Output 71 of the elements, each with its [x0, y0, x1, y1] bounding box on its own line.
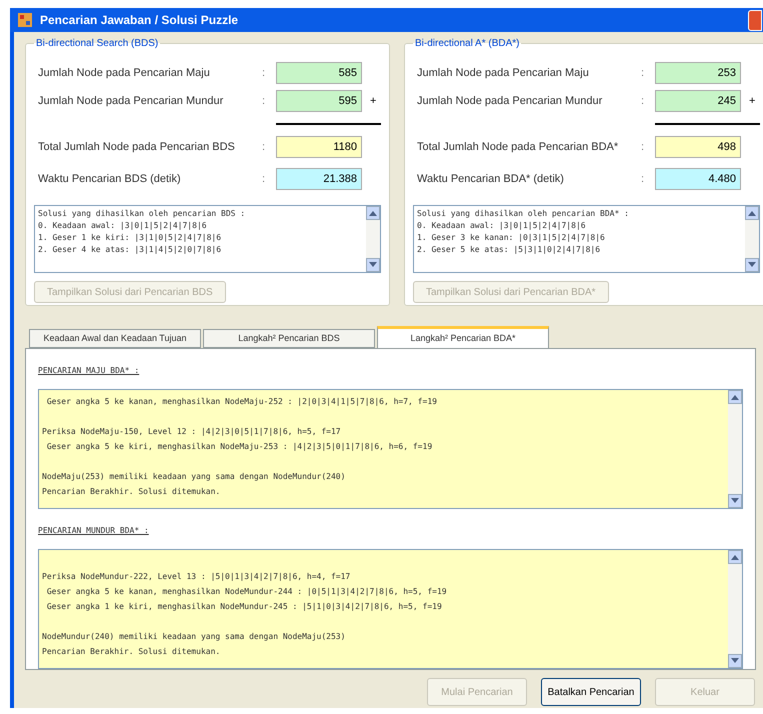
solution-box[interactable]: Solusi yang dihasilkan oleh pencarian BDA* : 0. Keadaan awal: |3|0|1|5|2|4|7|8|6 1. Geser 3 ke kanan: |0|3|1|5|2|4|7|8|6 2. Geser 5 ke atas: |5|3|1|0|2|4|7|8|6: [413, 205, 760, 273]
solution-line: 0. Keadaan awal: |3|0|1|5|2|4|7|8|6: [38, 220, 208, 232]
value-field: 498: [655, 136, 741, 158]
value-field: 585: [276, 62, 362, 84]
scrollbar[interactable]: [728, 550, 742, 668]
scrollbar[interactable]: [745, 206, 759, 272]
field-label: Jumlah Node pada Pencarian Maju: [37, 66, 211, 81]
log-line: Geser angka 5 ke kanan, menghasilkan NodeMundur-244 : |0|5|1|3|4|2|7|8|6, h=5, f=19: [46, 586, 448, 598]
log-box[interactable]: [38, 389, 743, 509]
colon: :: [262, 94, 266, 109]
solution-box[interactable]: Solusi yang dihasilkan oleh pencarian BDS : 0. Keadaan awal: |3|0|1|5|2|4|7|8|6 1. Geser 1 ke kiri: |3|1|0|5|2|4|7|8|6 2. Geser 4 ke atas: |3|1|4|5|2|0|7|8|6: [34, 205, 381, 273]
solution-line: 1. Geser 3 ke kanan: |0|3|1|5|2|4|7|8|6: [417, 232, 606, 244]
action-button[interactable]: Batalkan Pencarian: [541, 678, 641, 706]
group-title: Bi-directional Search (BDS): [35, 37, 160, 51]
scroll-down-icon[interactable]: [745, 258, 759, 272]
solution-line: Solusi yang dihasilkan oleh pencarian BDS :: [38, 208, 246, 220]
scroll-up-icon[interactable]: [745, 206, 759, 220]
solution-line: 1. Geser 1 ke kiri: |3|1|0|5|2|4|7|8|6: [38, 232, 222, 244]
colon: :: [262, 172, 266, 187]
scroll-down-icon[interactable]: [728, 654, 742, 668]
plus-sign: +: [749, 94, 756, 109]
log-line: Geser angka 1 ke kiri, menghasilkan NodeMundur-245 : |5|1|0|3|4|2|7|8|6, h=5, f=19: [46, 601, 443, 613]
log-line: Periksa NodeMaju-150, Level 12 : |4|2|3|0|5|1|7|8|6, h=5, f=17: [42, 426, 342, 438]
scroll-down-icon[interactable]: [728, 494, 742, 508]
value-field: 245: [655, 90, 741, 112]
scroll-up-icon[interactable]: [366, 206, 380, 220]
app-icon: [18, 13, 32, 27]
value-field: 4.480: [655, 168, 741, 190]
field-label: Jumlah Node pada Pencarian Maju: [416, 66, 590, 81]
log-line: NodeMaju(253) memiliki keadaan yang sama dengan NodeMundur(240): [42, 471, 346, 483]
scroll-down-icon[interactable]: [366, 258, 380, 272]
log-box[interactable]: [38, 549, 743, 669]
tab[interactable]: Langkah² Pencarian BDS: [203, 329, 375, 348]
solution-line: Solusi yang dihasilkan oleh pencarian BDA* :: [417, 208, 630, 220]
value-field: 21.388: [276, 168, 362, 190]
field-label: Total Jumlah Node pada Pencarian BDA*: [416, 140, 620, 155]
field-label: Jumlah Node pada Pencarian Mundur: [416, 94, 604, 109]
solution-line: 2. Geser 5 ke atas: |5|3|1|0|2|4|7|8|6: [417, 244, 602, 256]
colon: :: [641, 172, 644, 187]
log-line: Pencarian Berakhir. Solusi ditemukan.: [42, 646, 222, 658]
colon: :: [641, 66, 644, 81]
field-label: Jumlah Node pada Pencarian Mundur: [37, 94, 224, 109]
value-field: 1180: [276, 136, 362, 158]
plus-sign: +: [370, 94, 376, 109]
value-field: 595: [276, 90, 362, 112]
section-heading: PENCARIAN MAJU BDA* :: [38, 366, 140, 375]
section-heading: PENCARIAN MUNDUR BDA* :: [38, 526, 149, 535]
field-label: Waktu Pencarian BDA* (detik): [416, 172, 565, 187]
value-field: 253: [655, 62, 741, 84]
solution-line: 0. Keadaan awal: |3|0|1|5|2|4|7|8|6: [417, 220, 587, 232]
colon: :: [641, 94, 644, 109]
scroll-up-icon[interactable]: [728, 550, 742, 564]
solution-line: 2. Geser 4 ke atas: |3|1|4|5|2|0|7|8|6: [38, 244, 222, 256]
log-line: Geser angka 5 ke kiri, menghasilkan NodeMaju-253 : |4|2|3|5|0|1|7|8|6, h=6, f=19: [46, 441, 434, 453]
scroll-up-icon[interactable]: [728, 390, 742, 404]
window-title: Pencarian Jawaban / Solusi Puzzle: [40, 12, 240, 29]
group-title: Bi-directional A* (BDA*): [414, 37, 520, 51]
log-line: Pencarian Berakhir. Solusi ditemukan.: [42, 486, 222, 498]
log-line: Geser angka 5 ke kanan, menghasilkan NodeMaju-252 : |2|0|3|4|1|5|7|8|6, h=7, f=19: [46, 396, 438, 408]
field-label: Waktu Pencarian BDS (detik): [37, 172, 182, 187]
colon: :: [262, 140, 266, 155]
log-line: NodeMundur(240) memiliki keadaan yang sama dengan NodeMaju(253): [42, 631, 346, 643]
scrollbar[interactable]: [728, 390, 742, 508]
scrollbar[interactable]: [366, 206, 380, 272]
tab[interactable]: Langkah² Pencarian BDA*: [377, 326, 549, 348]
close-icon[interactable]: [748, 10, 762, 30]
log-line: Periksa NodeMundur-222, Level 13 : |5|0|1|3|4|2|7|8|6, h=4, f=17: [42, 571, 352, 583]
colon: :: [641, 140, 644, 155]
field-label: Total Jumlah Node pada Pencarian BDS: [37, 140, 236, 155]
colon: :: [262, 66, 266, 81]
tab[interactable]: Keadaan Awal dan Keadaan Tujuan: [29, 329, 201, 348]
